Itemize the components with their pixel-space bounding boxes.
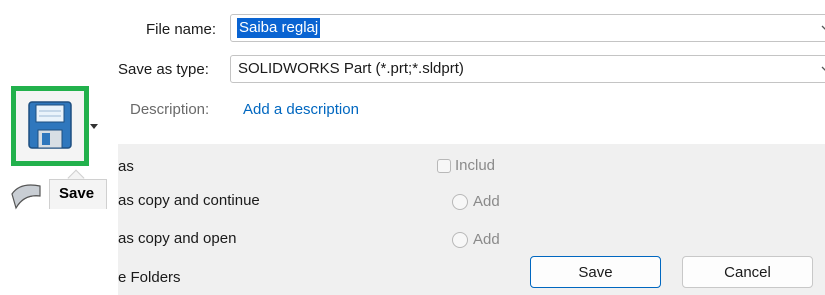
- add-description-link[interactable]: Add a description: [243, 101, 359, 118]
- part-icon: [11, 184, 41, 210]
- browse-folders-toggle[interactable]: e Folders: [118, 269, 181, 286]
- cancel-button[interactable]: Cancel: [682, 256, 813, 288]
- save-tooltip: Save: [49, 179, 107, 209]
- save-as-type-select[interactable]: SOLIDWORKS Part (*.prt;*.sldprt): [230, 55, 825, 83]
- floppy-disk-icon: [28, 101, 72, 149]
- include-label: Includ: [455, 157, 496, 174]
- file-name-value: Saiba reglaj: [237, 18, 321, 38]
- save-as-copy-open-option[interactable]: as copy and open: [118, 230, 236, 247]
- add-label-1: Add: [473, 193, 500, 210]
- chevron-down-icon[interactable]: [821, 24, 825, 34]
- chevron-down-icon[interactable]: [821, 65, 825, 75]
- file-name-input[interactable]: Saiba reglaj: [230, 14, 825, 42]
- save-as-type-value: SOLIDWORKS Part (*.prt;*.sldprt): [238, 60, 464, 77]
- tooltip-text: Save: [59, 185, 95, 202]
- add-label-2: Add: [473, 231, 500, 248]
- file-name-label: File name:: [146, 21, 217, 38]
- include-checkbox[interactable]: [437, 159, 451, 173]
- description-label: Description:: [130, 101, 210, 118]
- save-as-copy-continue-option[interactable]: as copy and continue: [118, 192, 260, 209]
- add-radio-2[interactable]: [452, 232, 468, 248]
- save-button[interactable]: Save: [530, 256, 661, 288]
- save-dropdown-arrow-icon[interactable]: [89, 123, 99, 131]
- save-toolbar-button[interactable]: [11, 86, 89, 166]
- save-as-type-label: Save as type:: [118, 61, 209, 78]
- add-radio-1[interactable]: [452, 194, 468, 210]
- save-as-option[interactable]: as: [118, 158, 134, 175]
